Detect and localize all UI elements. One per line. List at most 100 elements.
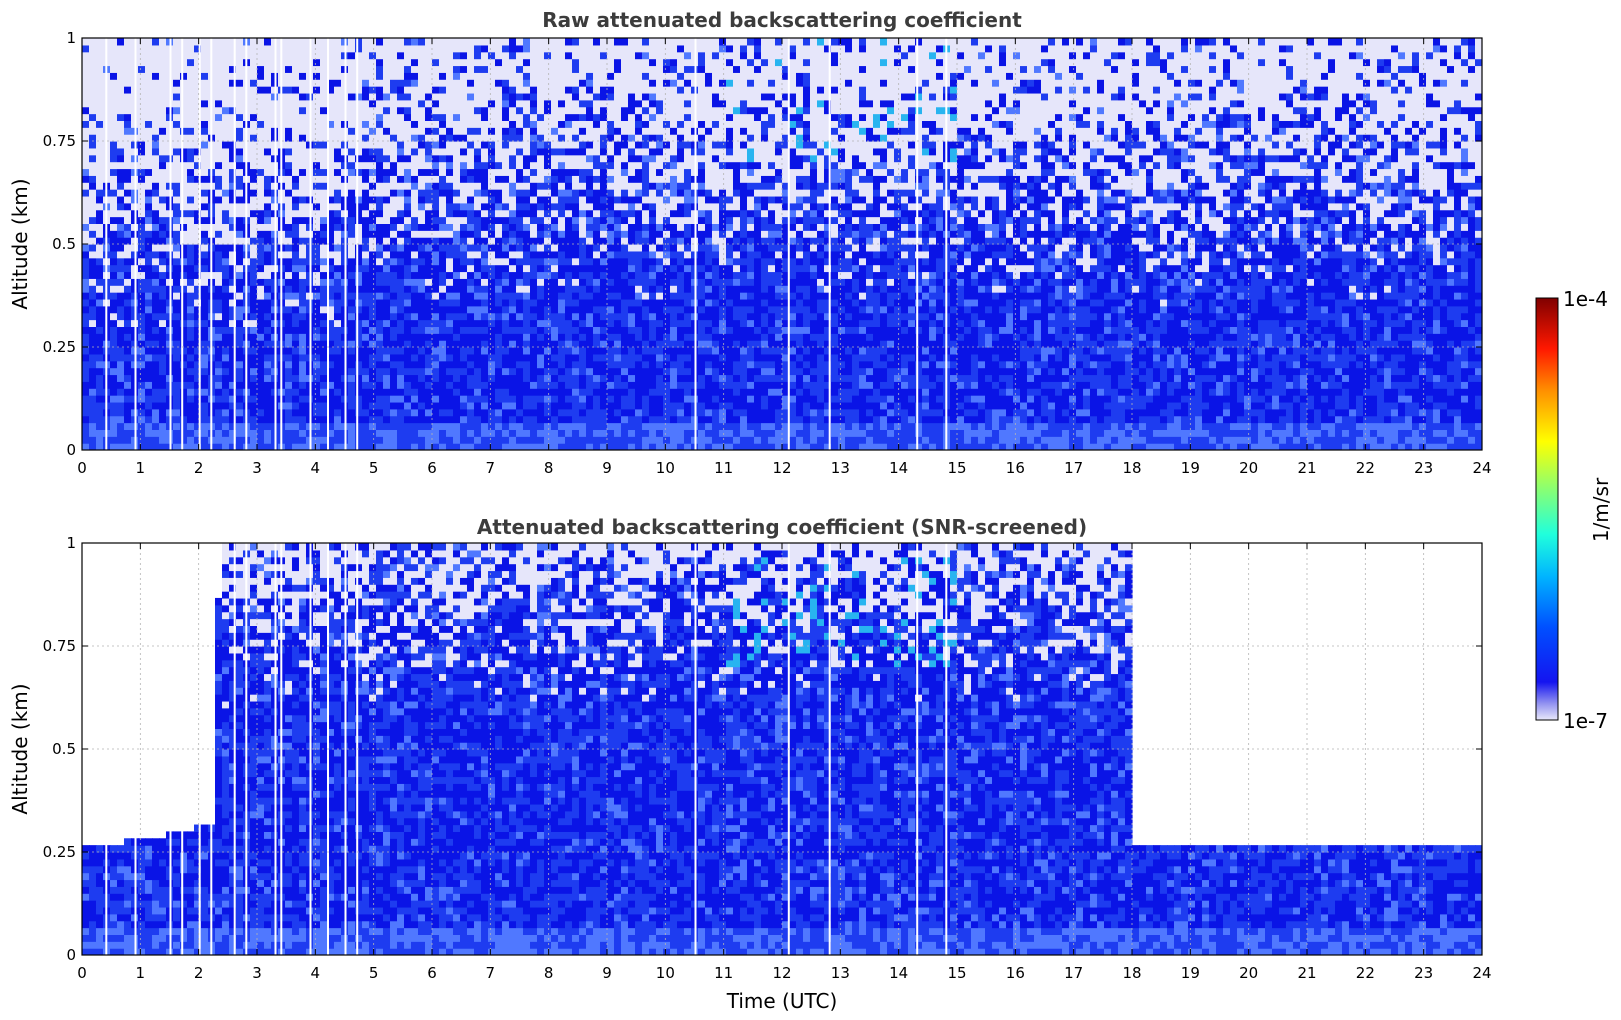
- heatmap-cell: [152, 44, 160, 53]
- heatmap-cell: [348, 340, 356, 348]
- heatmap-cell: [495, 168, 503, 176]
- heatmap-cell: [467, 72, 475, 80]
- heatmap-cell: [369, 175, 377, 183]
- heatmap-cell: [397, 305, 405, 314]
- heatmap-cell: [432, 305, 440, 314]
- heatmap-cell: [593, 360, 601, 369]
- heatmap-cell: [607, 79, 615, 87]
- heatmap-cell: [180, 141, 188, 149]
- heatmap-cell: [495, 292, 503, 300]
- heatmap-cell: [425, 257, 433, 266]
- heatmap-cell: [656, 58, 664, 67]
- heatmap-cell: [621, 395, 629, 403]
- heatmap-cell: [579, 86, 587, 94]
- heatmap-cell: [649, 347, 657, 355]
- heatmap-cell: [579, 223, 587, 231]
- heatmap-cell: [523, 72, 531, 80]
- heatmap-cell: [355, 44, 363, 53]
- heatmap-cell: [523, 298, 531, 307]
- heatmap-cell: [474, 422, 482, 430]
- heatmap-cell: [614, 374, 622, 382]
- heatmap-cell: [89, 237, 97, 245]
- heatmap-cell: [292, 113, 300, 121]
- heatmap-cell: [446, 326, 454, 334]
- heatmap-cell: [320, 147, 328, 156]
- heatmap-cell: [236, 285, 244, 293]
- heatmap-cell: [523, 147, 531, 156]
- heatmap-cell: [656, 312, 664, 321]
- heatmap-cell: [418, 381, 426, 389]
- heatmap-cell: [264, 189, 272, 197]
- heatmap-cell: [523, 388, 531, 396]
- heatmap-cell: [502, 99, 510, 108]
- heatmap-cell: [285, 237, 293, 245]
- heatmap-cell: [369, 154, 377, 163]
- heatmap-cell: [355, 216, 363, 224]
- heatmap-cell: [117, 367, 125, 376]
- heatmap-cell: [558, 250, 566, 259]
- heatmap-cell: [292, 408, 300, 417]
- heatmap-cell: [411, 401, 419, 410]
- heatmap-cell: [481, 79, 489, 87]
- heatmap-cell: [124, 216, 132, 224]
- heatmap-cell: [397, 51, 405, 60]
- heatmap-cell: [138, 161, 146, 170]
- heatmap-cell: [516, 44, 524, 53]
- heatmap-cell: [432, 285, 440, 293]
- heatmap-cell: [390, 305, 398, 314]
- heatmap-cell: [460, 271, 468, 279]
- heatmap-cell: [236, 44, 244, 53]
- heatmap-cell: [96, 374, 104, 382]
- heatmap-cell: [593, 38, 601, 46]
- heatmap-cell: [628, 257, 636, 266]
- heatmap-cell: [516, 38, 524, 46]
- heatmap-cell: [425, 161, 433, 170]
- heatmap-cell: [299, 175, 307, 183]
- heatmap-cell: [222, 51, 230, 60]
- heatmap-cell: [285, 244, 293, 252]
- heatmap-cell: [124, 86, 132, 94]
- heatmap-cell: [159, 141, 167, 149]
- heatmap-cell: [649, 305, 657, 314]
- heatmap-cell: [432, 271, 440, 279]
- heatmap-cell: [89, 285, 97, 293]
- heatmap-cell: [621, 58, 629, 67]
- heatmap-cell: [285, 106, 293, 115]
- heatmap-cell: [180, 209, 188, 218]
- heatmap-cell: [117, 415, 125, 424]
- heatmap-cell: [117, 154, 125, 163]
- heatmap-cell: [390, 244, 398, 252]
- heatmap-cell: [530, 127, 538, 135]
- heatmap-cell: [299, 436, 307, 444]
- heatmap-cell: [621, 209, 629, 218]
- heatmap-cell: [579, 333, 587, 341]
- heatmap-cell: [656, 51, 664, 60]
- heatmap-cell: [593, 264, 601, 273]
- heatmap-cell: [453, 182, 461, 190]
- heatmap-cell: [628, 436, 636, 444]
- heatmap-cell: [96, 216, 104, 224]
- heatmap-cell: [320, 381, 328, 389]
- heatmap-cell: [124, 374, 132, 382]
- heatmap-cell: [334, 305, 342, 314]
- heatmap-cell: [642, 326, 650, 334]
- heatmap-cell: [376, 257, 384, 266]
- heatmap-cell: [96, 340, 104, 348]
- heatmap-cell: [250, 347, 258, 355]
- heatmap-cell: [264, 230, 272, 238]
- heatmap-cell: [411, 120, 419, 128]
- heatmap-cell: [572, 340, 580, 348]
- heatmap-cell: [320, 285, 328, 293]
- heatmap-cell: [558, 436, 566, 444]
- heatmap-cell: [565, 278, 573, 286]
- heatmap-cell: [425, 72, 433, 80]
- heatmap-cell: [523, 401, 531, 410]
- heatmap-cell: [215, 141, 223, 149]
- heatmap-cell: [439, 305, 447, 314]
- heatmap-cell: [509, 223, 517, 231]
- heatmap-cell: [236, 141, 244, 149]
- heatmap-cell: [439, 44, 447, 53]
- heatmap-cell: [411, 333, 419, 341]
- heatmap-cell: [467, 401, 475, 410]
- heatmap-cell: [572, 250, 580, 259]
